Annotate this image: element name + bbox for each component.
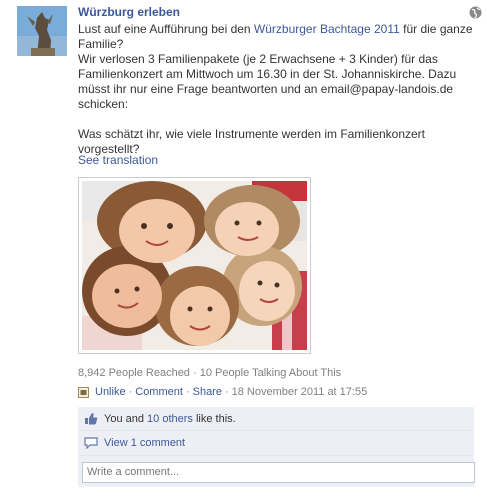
post-spacer bbox=[78, 112, 473, 127]
post-paragraph-2: Wir verlosen 3 Familienpakete (je 2 Erwa… bbox=[78, 52, 457, 111]
comments-bar: View 1 comment bbox=[78, 431, 474, 456]
page-name-link[interactable]: Würzburg erleben bbox=[78, 5, 180, 19]
comment-box: Write a comment... bbox=[78, 456, 475, 487]
speech-bubble-icon bbox=[84, 437, 98, 449]
reach-stats: 8,942 People Reached · 10 People Talking… bbox=[78, 367, 342, 379]
unlike-link[interactable]: Unlike bbox=[95, 386, 126, 398]
activity-icon bbox=[78, 386, 89, 398]
comment-input[interactable]: Write a comment... bbox=[82, 462, 475, 483]
post-photo[interactable] bbox=[78, 177, 311, 354]
statue-image bbox=[17, 6, 67, 56]
post-timestamp[interactable]: 18 November 2011 at 17:55 bbox=[232, 386, 368, 398]
likes-bar: You and 10 others like this. bbox=[78, 407, 474, 431]
globe-icon[interactable] bbox=[469, 6, 482, 19]
share-link[interactable]: Share bbox=[193, 386, 222, 398]
children-photo-image bbox=[82, 181, 307, 350]
separator: · bbox=[128, 386, 133, 398]
page-avatar[interactable] bbox=[17, 6, 67, 56]
post-paragraph-1: Lust auf eine Aufführung bei den Würzbur… bbox=[78, 22, 473, 51]
bachtage-link[interactable]: Würzburger Bachtage 2011 bbox=[254, 22, 400, 36]
separator: · bbox=[224, 386, 229, 398]
others-link[interactable]: 10 others bbox=[147, 413, 193, 425]
separator: · bbox=[185, 386, 190, 398]
thumbs-up-icon bbox=[85, 413, 98, 425]
comment-link[interactable]: Comment bbox=[135, 386, 183, 398]
see-translation-link[interactable]: See translation bbox=[78, 153, 158, 167]
post-actions: Unlike · Comment · Share · 18 November 2… bbox=[78, 386, 367, 398]
likes-text: You and 10 others like this. bbox=[104, 412, 236, 425]
view-comments-link[interactable]: View 1 comment bbox=[104, 437, 185, 449]
post-text: Lust auf eine Aufführung bei den Würzbur… bbox=[78, 22, 473, 157]
